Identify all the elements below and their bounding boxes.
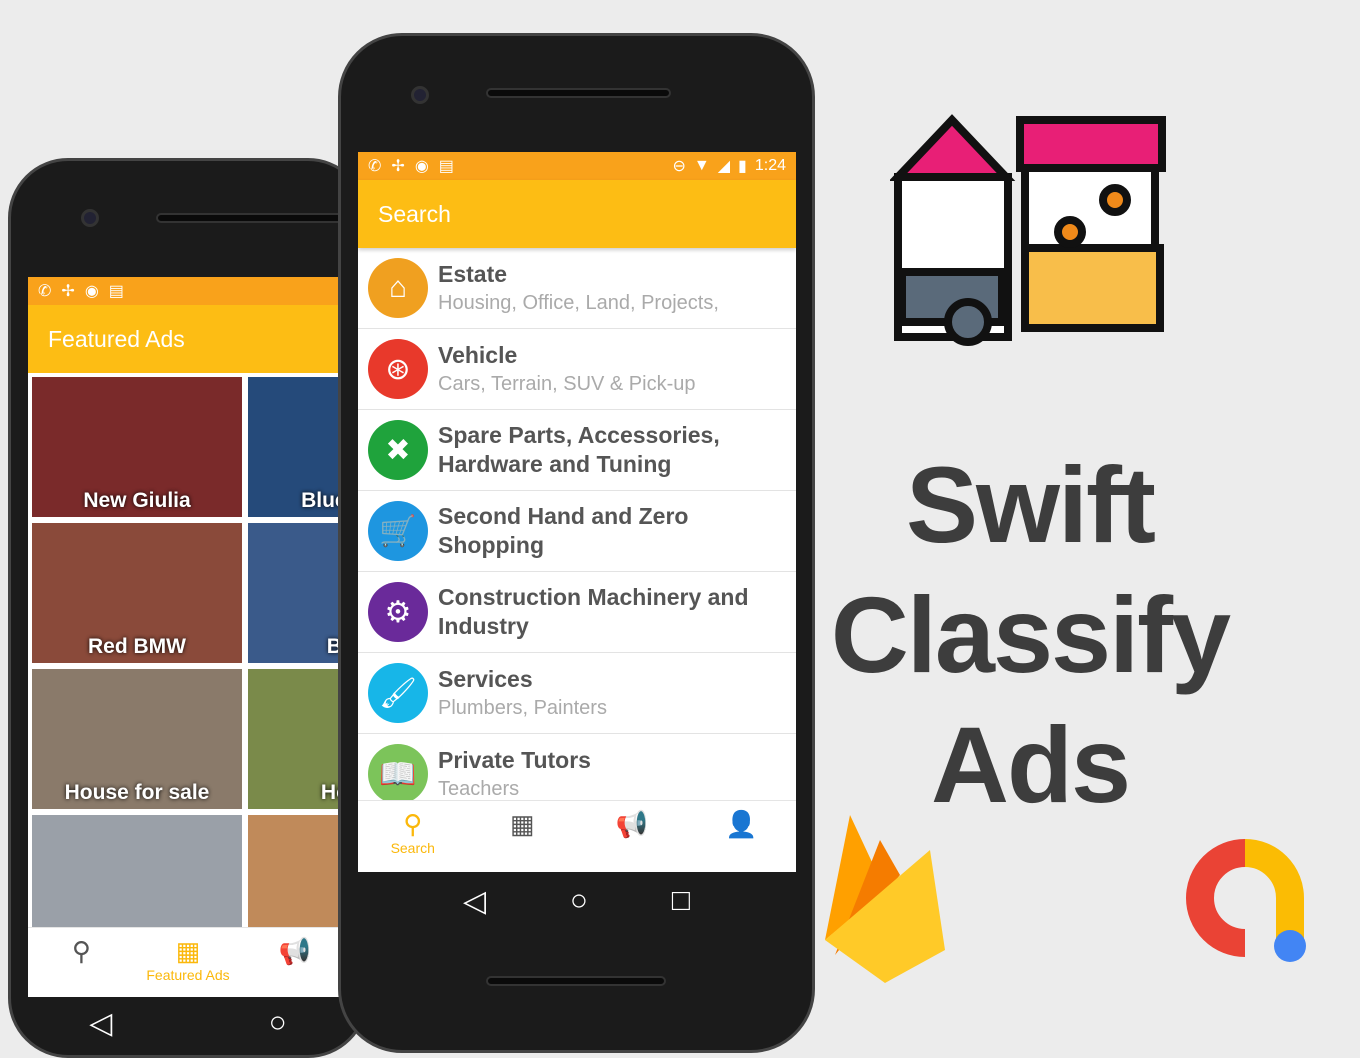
nav-featured[interactable]: ▦ Featured Ads	[135, 928, 242, 997]
battery-icon: ▮	[738, 158, 747, 175]
page-title: Featured Ads	[48, 325, 185, 352]
back-phone: ✆ ✢ ◉ ▤ Featured Ads New Giulia Blue BMW Red …	[8, 158, 368, 1058]
category-title: Construction Machinery and Industry	[438, 584, 749, 639]
news-icon: ▤	[438, 158, 454, 175]
nav-profile[interactable]: 👤	[687, 801, 797, 872]
search-icon: ⚲	[403, 809, 423, 839]
steering-wheel-icon: ⊛	[368, 339, 428, 399]
android-icon: ◉	[84, 283, 99, 300]
category-text: Services Plumbers, Painters	[438, 665, 607, 722]
paint-roller-icon: 🖌	[368, 663, 428, 723]
tile-label: Red BMW	[88, 635, 186, 658]
pinwheel-icon: ✢	[391, 158, 405, 175]
page-title: Search	[378, 200, 451, 227]
pinwheel-icon: ✢	[61, 283, 75, 300]
app-bar: Featured Ads	[28, 305, 348, 373]
dnd-icon: ⊖	[672, 158, 686, 175]
category-text: Second Hand and Zero Shopping	[438, 502, 796, 560]
front-phone: ✆ ✢ ◉ ▤ ⊖ ▼ ◢ ▮ 1:24 Search ⌂ Estate Housing, Off…	[338, 33, 815, 1053]
missed-call-icon: ✆	[368, 158, 382, 175]
admob-logo	[1186, 839, 1306, 962]
megaphone-icon: 📢	[615, 809, 648, 839]
category-text: Construction Machinery and Industry	[438, 583, 796, 641]
category-list: ⌂ Estate Housing, Office, Land, Projects, ⊛…	[358, 248, 796, 815]
news-icon: ▤	[108, 283, 124, 300]
market-stall-icon	[890, 114, 1166, 346]
signal-icon: ◢	[717, 158, 731, 175]
missed-call-icon: ✆	[38, 283, 52, 300]
category-item[interactable]: 🛒 Second Hand and Zero Shopping	[358, 491, 796, 572]
category-title: Second Hand and Zero Shopping	[438, 503, 689, 558]
recents-icon[interactable]: □	[672, 884, 690, 919]
category-subtitle: Teachers	[438, 777, 520, 800]
nav-featured[interactable]: ▦	[468, 801, 578, 872]
category-title: Vehicle	[438, 341, 518, 368]
camera	[81, 209, 99, 227]
category-title: Private Tutors	[438, 746, 591, 773]
featured-ad-tile[interactable]: New Giulia	[32, 377, 242, 517]
speaker	[486, 88, 671, 98]
cart-icon: 🛒	[368, 501, 428, 561]
category-text: Vehicle Cars, Terrain, SUV & Pick-up	[438, 341, 696, 398]
featured-ad-tile[interactable]: BMW	[248, 523, 348, 663]
back-screen: ✆ ✢ ◉ ▤ Featured Ads New Giulia Blue BMW Red …	[28, 277, 348, 997]
tile-label: House for sale	[64, 781, 210, 804]
firebase-logo	[825, 815, 945, 983]
tools-icon: ✖	[368, 420, 428, 480]
category-subtitle: Housing, Office, Land, Projects,	[438, 291, 719, 314]
dashboard-icon: ▦	[175, 936, 201, 966]
category-item[interactable]: ⌂ Estate Housing, Office, Land, Projects,	[358, 248, 796, 329]
featured-ad-tile[interactable]: Red BMW	[32, 523, 242, 663]
back-icon[interactable]: ◁	[463, 884, 486, 919]
book-icon: 📖	[368, 744, 428, 804]
category-text: Private Tutors Teachers	[438, 746, 591, 803]
category-subtitle: Cars, Terrain, SUV & Pick-up	[438, 372, 696, 395]
tile-label: New Giulia	[83, 489, 191, 512]
wifi-icon: ▼	[693, 157, 710, 174]
front-screen: ✆ ✢ ◉ ▤ ⊖ ▼ ◢ ▮ 1:24 Search ⌂ Estate Housing, Off…	[358, 152, 796, 872]
status-bar: ✆ ✢ ◉ ▤ ⊖ ▼ ◢ ▮ 1:24	[358, 152, 796, 180]
nav-ads[interactable]: 📢	[241, 928, 348, 997]
dashboard-icon: ▦	[509, 809, 535, 839]
android-icon: ◉	[414, 158, 429, 175]
nav-search[interactable]: ⚲ Search	[358, 801, 468, 872]
category-title: Estate	[438, 260, 508, 287]
megaphone-icon: 📢	[278, 936, 311, 966]
featured-ad-tile[interactable]: Blue BMW	[248, 377, 348, 517]
product-title: Swift Classify Ads	[820, 440, 1240, 830]
search-icon: ⚲	[71, 936, 91, 966]
app-bar: Search	[358, 180, 796, 248]
featured-ad-tile[interactable]: House for sale	[32, 669, 242, 809]
camera	[411, 86, 429, 104]
category-subtitle: Plumbers, Painters	[438, 696, 607, 719]
category-item[interactable]: ✖ Spare Parts, Accessories, Hardware and …	[358, 410, 796, 491]
nav-ads[interactable]: 📢	[577, 801, 687, 872]
bottom-nav: ⚲ Search ▦ 📢 👤	[358, 800, 796, 872]
status-bar: ✆ ✢ ◉ ▤	[28, 277, 348, 305]
category-title: Services	[438, 665, 533, 692]
clock: 1:24	[754, 157, 786, 174]
category-text: Spare Parts, Accessories, Hardware and T…	[438, 421, 796, 479]
person-icon: 👤	[725, 809, 758, 839]
featured-ad-tile[interactable]: House	[248, 669, 348, 809]
title-line: Ads	[930, 704, 1131, 825]
title-line: Classify	[830, 574, 1231, 695]
category-title: Spare Parts, Accessories, Hardware and T…	[438, 422, 720, 477]
speaker	[156, 213, 346, 223]
category-item[interactable]: 🖌 Services Plumbers, Painters	[358, 653, 796, 734]
house-icon: ⌂	[368, 258, 428, 318]
title-line: Swift	[906, 444, 1156, 565]
category-item[interactable]: ⊛ Vehicle Cars, Terrain, SUV & Pick-up	[358, 329, 796, 410]
category-text: Estate Housing, Office, Land, Projects,	[438, 260, 719, 317]
bottom-nav: ⚲ ▦ Featured Ads 📢	[28, 927, 348, 997]
tractor-icon: ⚙	[368, 582, 428, 642]
featured-grid: New Giulia Blue BMW Red BMW BMW House for sa…	[28, 373, 348, 959]
home-icon[interactable]: ○	[570, 884, 588, 919]
nav-search[interactable]: ⚲	[28, 928, 135, 997]
category-item[interactable]: ⚙ Construction Machinery and Industry	[358, 572, 796, 653]
system-nav: ◁ ○ □	[341, 884, 812, 919]
bottom-speaker	[486, 976, 666, 986]
